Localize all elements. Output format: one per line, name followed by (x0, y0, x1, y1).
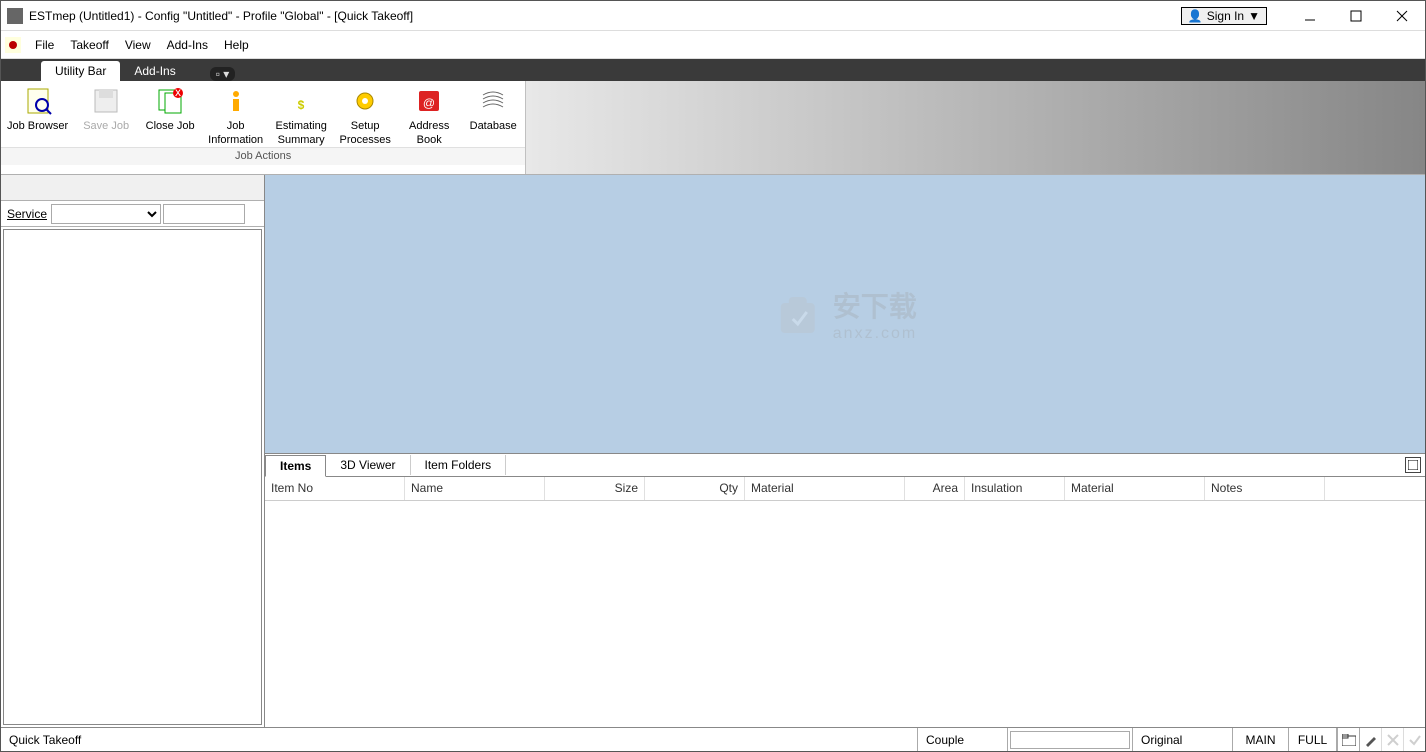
close-button[interactable] (1379, 1, 1425, 31)
status-bar: Quick Takeoff Couple Original MAIN FULL (1, 727, 1425, 751)
menu-bar: File Takeoff View Add-Ins Help (1, 31, 1425, 59)
estimating-summary-label: Estimating Summary (275, 119, 326, 147)
dollar-icon: $ (285, 85, 317, 117)
svg-text:x: x (175, 87, 181, 99)
job-browser-button[interactable]: Job Browser (1, 81, 74, 147)
col-qty[interactable]: Qty (645, 477, 745, 500)
close-job-label: Close Job (146, 119, 195, 133)
maximize-panel-button[interactable] (1405, 457, 1421, 473)
minimize-button[interactable] (1287, 1, 1333, 31)
status-original[interactable]: Original (1133, 728, 1233, 751)
maximize-button[interactable] (1333, 1, 1379, 31)
col-material[interactable]: Material (745, 477, 905, 500)
sign-in-label: Sign In (1207, 9, 1244, 23)
database-button[interactable]: Database (461, 81, 525, 147)
dropdown-icon: ▼ (1248, 9, 1260, 23)
database-icon (477, 85, 509, 117)
job-information-label: Job Information (208, 119, 263, 147)
close-job-button[interactable]: x Close Job (138, 81, 202, 147)
save-job-button[interactable]: Save Job (74, 81, 138, 147)
items-grid[interactable]: Item No Name Size Qty Material Area Insu… (265, 477, 1425, 727)
menu-addins[interactable]: Add-Ins (159, 34, 216, 56)
job-browser-icon (22, 85, 54, 117)
col-area[interactable]: Area (905, 477, 965, 500)
tab-addins[interactable]: Add-Ins (120, 61, 189, 81)
job-browser-label: Job Browser (7, 119, 68, 133)
status-pencil-button[interactable] (1359, 728, 1381, 751)
svg-text:@: @ (423, 96, 435, 110)
col-insulation[interactable]: Insulation (965, 477, 1065, 500)
col-size[interactable]: Size (545, 477, 645, 500)
job-information-button[interactable]: Job Information (202, 81, 269, 147)
status-full[interactable]: FULL (1289, 728, 1337, 751)
grid-header-row: Item No Name Size Qty Material Area Insu… (265, 477, 1425, 501)
save-icon (90, 85, 122, 117)
tab-utility-bar[interactable]: Utility Bar (41, 61, 120, 81)
sign-in-button[interactable]: 👤 Sign In ▼ (1181, 7, 1267, 25)
menu-help[interactable]: Help (216, 34, 257, 56)
svg-text:$: $ (298, 98, 305, 112)
status-delete-button[interactable] (1381, 728, 1403, 751)
status-main[interactable]: MAIN (1233, 728, 1289, 751)
status-input[interactable] (1010, 731, 1130, 749)
status-check-button[interactable] (1403, 728, 1425, 751)
ribbon-panel-title: Job Actions (1, 147, 525, 165)
status-mode: Quick Takeoff (1, 728, 918, 751)
menu-view[interactable]: View (117, 34, 159, 56)
save-job-label: Save Job (83, 119, 129, 133)
menu-file[interactable]: File (27, 34, 62, 56)
drawing-canvas[interactable]: 安下载 anxz.com (265, 175, 1425, 453)
info-icon (220, 85, 252, 117)
tab-item-folders[interactable]: Item Folders (411, 455, 507, 475)
address-book-icon: @ (413, 85, 445, 117)
service-filter-input[interactable] (163, 204, 245, 224)
gear-icon (349, 85, 381, 117)
watermark-sub: anxz.com (833, 325, 917, 343)
service-select[interactable] (51, 204, 161, 224)
left-panel-toolbar (1, 175, 264, 201)
watermark-text: 安下载 (833, 285, 917, 325)
ribbon-empty-area (526, 81, 1425, 174)
ribbon: Job Browser Save Job x Close Job Job Inf… (1, 81, 1425, 175)
setup-processes-button[interactable]: Setup Processes (333, 81, 397, 147)
title-bar: ESTmep (Untitled1) - Config "Untitled" -… (1, 1, 1425, 31)
watermark: 安下载 anxz.com (773, 285, 917, 343)
estimating-summary-button[interactable]: $ Estimating Summary (269, 81, 333, 147)
bottom-tab-strip: Items 3D Viewer Item Folders (265, 453, 1425, 477)
window-title: ESTmep (Untitled1) - Config "Untitled" -… (29, 9, 1181, 23)
col-notes[interactable]: Notes (1205, 477, 1325, 500)
database-label: Database (470, 119, 517, 133)
tab-items[interactable]: Items (265, 455, 326, 477)
status-couple[interactable]: Couple (918, 728, 1008, 751)
tab-strip: Utility Bar Add-Ins ▫ ▾ (1, 59, 1425, 81)
close-job-icon: x (154, 85, 186, 117)
right-area: 安下载 anxz.com Items 3D Viewer Item Folder… (265, 175, 1425, 727)
menu-app-icon (5, 37, 21, 53)
col-item-no[interactable]: Item No (265, 477, 405, 500)
tab-strip-overflow[interactable]: ▫ ▾ (210, 67, 236, 81)
address-book-label: Address Book (409, 119, 449, 147)
left-panel: Service (1, 175, 265, 727)
status-folder-button[interactable] (1337, 728, 1359, 751)
setup-processes-label: Setup Processes (339, 119, 390, 147)
tab-3d-viewer[interactable]: 3D Viewer (326, 455, 410, 475)
service-row: Service (1, 201, 264, 227)
service-label[interactable]: Service (5, 205, 49, 223)
col-material2[interactable]: Material (1065, 477, 1205, 500)
col-name[interactable]: Name (405, 477, 545, 500)
ribbon-panel-job-actions: Job Browser Save Job x Close Job Job Inf… (1, 81, 526, 174)
service-tree[interactable] (3, 229, 262, 725)
address-book-button[interactable]: @ Address Book (397, 81, 461, 147)
menu-takeoff[interactable]: Takeoff (62, 34, 116, 56)
user-icon: 👤 (1188, 9, 1203, 23)
app-icon (7, 8, 23, 24)
